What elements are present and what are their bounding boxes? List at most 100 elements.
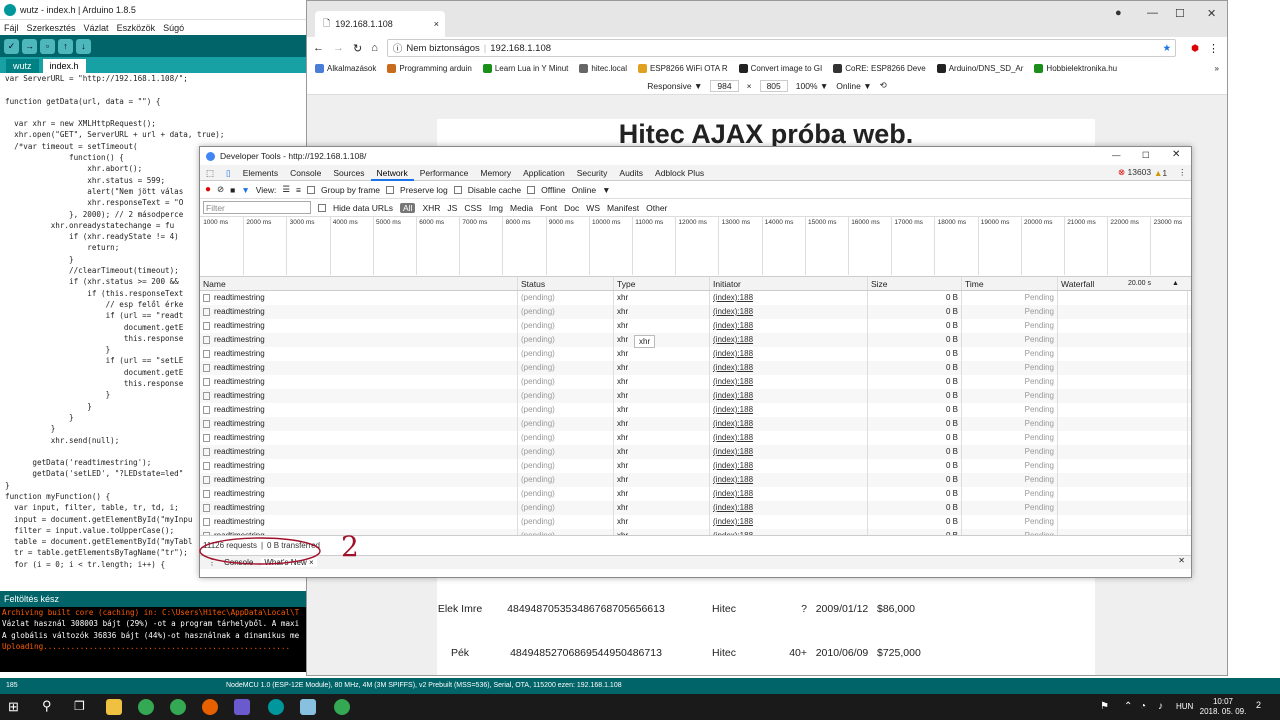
menu-icon[interactable]: ⋮ (1208, 42, 1219, 55)
cell-initiator[interactable]: (index):188 (710, 319, 868, 333)
throttle-select[interactable]: Online (572, 185, 597, 195)
chevron-up-icon[interactable]: ⌃ (1124, 701, 1132, 712)
notepad-icon[interactable] (300, 699, 316, 715)
bookmark-item[interactable]: Programming arduin (387, 63, 472, 73)
home-icon[interactable]: ⌂ (371, 42, 378, 54)
throttle-dropdown-icon[interactable]: ▼ (602, 185, 610, 195)
arduino-app-icon[interactable] (268, 699, 284, 715)
browser-tab[interactable]: 🗋 192.168.1.108 × (315, 11, 445, 37)
cell-initiator[interactable]: (index):188 (710, 291, 868, 305)
menu-tools[interactable]: Eszközök (117, 23, 156, 33)
menu-help[interactable]: Súgó (163, 23, 184, 33)
filter-type-media[interactable]: Media (510, 203, 533, 213)
cell-initiator[interactable]: (index):188 (710, 403, 868, 417)
zoom-select[interactable]: 100% ▼ (796, 81, 829, 91)
filter-type-ws[interactable]: WS (586, 203, 600, 213)
bookmark-item[interactable]: Hobbielektronika.hu (1034, 63, 1117, 73)
star-icon[interactable]: ★ (1163, 43, 1172, 54)
bookmark-item[interactable]: Convert image to GI (738, 63, 822, 73)
request-row[interactable]: readtimestring(pending)xhr(index):1880 B… (200, 431, 1191, 445)
chrome-app-icon[interactable] (334, 699, 350, 715)
reload-icon[interactable]: ↻ (353, 42, 362, 55)
cell-initiator[interactable]: (index):188 (710, 333, 868, 347)
upload-icon[interactable]: → (22, 38, 37, 54)
cell-initiator[interactable]: (index):188 (710, 347, 868, 361)
bookmark-item[interactable]: ESP8266 WiFi OTA R (637, 63, 728, 73)
request-row[interactable]: readtimestring(pending)xhr(index):1880 B… (200, 473, 1191, 487)
filter-type-all[interactable]: All (400, 202, 416, 213)
explorer-icon[interactable] (106, 699, 122, 715)
request-row[interactable]: readtimestring(pending)xhr(index):1880 B… (200, 403, 1191, 417)
request-row[interactable]: readtimestring(pending)xhr(index):1880 B… (200, 305, 1191, 319)
device-select[interactable]: Responsive ▼ (647, 81, 702, 91)
bookmark-item[interactable]: CoRE: ESP8266 Deve (833, 63, 926, 73)
forward-icon[interactable]: → (333, 42, 344, 54)
cell-initiator[interactable]: (index):188 (710, 501, 868, 515)
request-row[interactable]: readtimestring(pending)xhr(index):1880 B… (200, 375, 1191, 389)
tab-application[interactable]: Application (517, 165, 571, 181)
group-checkbox[interactable] (306, 185, 315, 194)
abp-icon[interactable]: ⬢ (1191, 43, 1199, 54)
capture-icon[interactable]: ■ (230, 185, 235, 195)
cell-initiator[interactable]: (index):188 (710, 487, 868, 501)
filter-type-xhr[interactable]: XHR (422, 203, 440, 213)
cell-initiator[interactable]: (index):188 (710, 389, 868, 403)
col-time[interactable]: Time (962, 277, 1058, 290)
task-view-icon[interactable]: ❐ (74, 699, 85, 713)
filter-input[interactable]: Filter (203, 201, 311, 214)
filter-type-other[interactable]: Other (646, 203, 667, 213)
filter-type-doc[interactable]: Doc (564, 203, 579, 213)
list-view-icon[interactable]: ☰ (282, 184, 290, 195)
col-waterfall[interactable]: Waterfall (1058, 277, 1128, 290)
tab-memory[interactable]: Memory (474, 165, 517, 181)
bookmark-item[interactable]: Alkalmazások (315, 63, 376, 73)
inspect-icon[interactable]: ⬚ (200, 165, 220, 181)
chrome-app-icon[interactable] (170, 699, 186, 715)
width-input[interactable]: 984 (710, 79, 739, 92)
cell-initiator[interactable]: (index):188 (710, 529, 868, 535)
offline-checkbox[interactable] (527, 185, 536, 194)
tab-network[interactable]: Network (370, 165, 414, 181)
windows-start-icon[interactable]: ⊞ (8, 699, 19, 715)
close-window-icon[interactable]: ✕ (1172, 149, 1180, 160)
volume-icon[interactable]: ♪ (1158, 701, 1163, 712)
cell-initiator[interactable]: (index):188 (710, 361, 868, 375)
tab-elements[interactable]: Elements (237, 165, 284, 181)
request-row[interactable]: readtimestring(pending)xhr(index):1880 B… (200, 291, 1191, 305)
record-icon[interactable]: ● (205, 184, 211, 195)
tab-wutz[interactable]: wutz (6, 59, 39, 73)
clear-icon[interactable]: ⊘ (217, 184, 224, 195)
clock-date[interactable]: 2018. 05. 09. (1196, 707, 1250, 716)
request-row[interactable]: readtimestring(pending)xhr(index):1880 B… (200, 319, 1191, 333)
request-row[interactable]: readtimestring(pending)xhr(index):1880 B… (200, 333, 1191, 347)
bookmark-item[interactable]: hitec.local (579, 63, 627, 73)
filter-type-js[interactable]: JS (447, 203, 457, 213)
menu-edit[interactable]: Szerkesztés (27, 23, 76, 33)
firefox-icon[interactable] (202, 699, 218, 715)
rotate-icon[interactable]: ⟲ (880, 80, 887, 91)
col-initiator[interactable]: Initiator (710, 277, 868, 290)
maximize-icon[interactable]: ☐ (1142, 150, 1150, 161)
request-row[interactable]: readtimestring(pending)xhr(index):1880 B… (200, 459, 1191, 473)
cell-initiator[interactable]: (index):188 (710, 515, 868, 529)
minimize-icon[interactable]: — (1112, 150, 1121, 160)
bookmark-item[interactable]: Learn Lua in Y Minut (482, 63, 568, 73)
filter-type-font[interactable]: Font (540, 203, 557, 213)
network-select[interactable]: Online ▼ (836, 81, 871, 91)
waterfall-view-icon[interactable]: ≡ (296, 185, 301, 195)
request-row[interactable]: readtimestring(pending)xhr(index):1880 B… (200, 487, 1191, 501)
bookmark-item[interactable]: Arduino/DNS_SD_Ar (936, 63, 1023, 73)
maximize-icon[interactable]: ☐ (1175, 7, 1185, 20)
back-icon[interactable]: ← (313, 42, 324, 54)
disable-cache-checkbox[interactable] (453, 185, 462, 194)
tab-adblock-plus[interactable]: Adblock Plus (649, 165, 710, 181)
cell-initiator[interactable]: (index):188 (710, 445, 868, 459)
bookmarks-overflow-icon[interactable]: » (1215, 64, 1219, 73)
cell-initiator[interactable]: (index):188 (710, 417, 868, 431)
cell-initiator[interactable]: (index):188 (710, 375, 868, 389)
network-tray-icon[interactable]: ⚑ (1100, 701, 1109, 712)
wifi-icon[interactable]: ◔ (1140, 701, 1146, 712)
request-row[interactable]: readtimestring(pending)xhr(index):1880 B… (200, 361, 1191, 375)
col-size[interactable]: Size (868, 277, 962, 290)
hide-data-checkbox[interactable] (318, 203, 326, 212)
